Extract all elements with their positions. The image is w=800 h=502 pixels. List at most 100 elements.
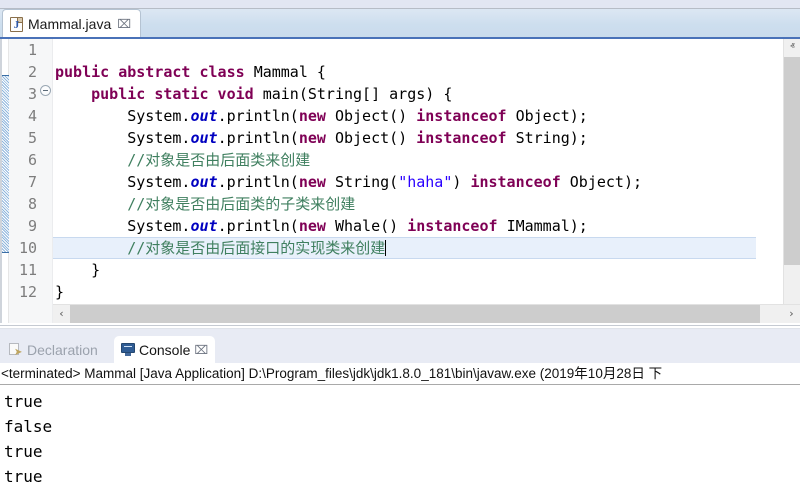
sash-band <box>0 329 800 336</box>
console-output-line: false <box>4 414 800 439</box>
code-token: } <box>55 283 64 301</box>
code-token: System. <box>55 173 190 191</box>
code-line[interactable]: public static void main(String[] args) { <box>53 83 756 105</box>
line-number: 6 <box>9 149 39 171</box>
collapse-fold-icon[interactable] <box>40 85 51 96</box>
line-number: 1 <box>9 39 39 61</box>
line-number: 4 <box>9 105 39 127</box>
bottom-view-tab-folder: ➤ Declaration Console ⌧ <box>0 336 800 363</box>
line-number: 11 <box>9 259 39 281</box>
text-caret <box>385 240 386 256</box>
code-line[interactable] <box>53 39 756 61</box>
code-line[interactable]: } <box>53 281 756 303</box>
line-number: 12 <box>9 281 39 303</box>
range-indicator <box>2 75 9 253</box>
code-line[interactable]: } <box>53 259 756 281</box>
code-token: new <box>299 217 335 235</box>
line-number: 3 <box>9 83 39 105</box>
line-number: 10 <box>9 237 39 259</box>
editor-area: 1 2 3 4 5 6 7 8 9 10 11 12 public abstract class Ma… <box>0 39 800 323</box>
tab-declaration-label: Declaration <box>27 342 98 358</box>
editor-console-sash[interactable] <box>0 323 800 336</box>
sash-line-top <box>0 325 800 326</box>
code-token: new <box>299 129 335 147</box>
console-status-line: <terminated> Mammal [Java Application] D… <box>0 363 800 385</box>
code-line[interactable]: System.out.println(new Object() instance… <box>53 127 756 149</box>
code-token: } <box>55 261 100 279</box>
line-number: 5 <box>9 127 39 149</box>
console-output-line: true <box>4 464 800 489</box>
annotation-ruler[interactable] <box>0 39 9 323</box>
console-monitor-icon <box>121 343 135 356</box>
console-view: <terminated> Mammal [Java Application] D… <box>0 363 800 502</box>
code-token: instanceof <box>407 217 506 235</box>
java-file-icon-glyph: J <box>11 19 22 31</box>
code-token: String); <box>516 129 588 147</box>
close-icon[interactable]: ⌧ <box>116 18 132 30</box>
scroll-down-icon[interactable]: ⱟ <box>784 287 800 304</box>
vertical-scroll-thumb[interactable] <box>784 57 800 265</box>
code-token: //对象是否由后面类来创建 <box>55 151 310 169</box>
code-token: out <box>190 173 217 191</box>
code-token: System. <box>55 107 190 125</box>
code-token: public static void <box>91 85 263 103</box>
scroll-right-icon[interactable]: › <box>783 305 800 323</box>
code-token: new <box>299 173 335 191</box>
line-number: 2 <box>9 61 39 83</box>
line-number: 7 <box>9 171 39 193</box>
horizontal-scroll-thumb[interactable] <box>70 305 760 323</box>
console-output[interactable]: true false true true <box>0 386 800 502</box>
code-line[interactable]: //对象是否由后面类的子类来创建 <box>53 193 756 215</box>
editor-tab-folder: J Mammal.java ⌧ <box>0 8 800 38</box>
scroll-left-icon[interactable]: ‹ <box>53 305 70 323</box>
editor-tab-label: Mammal.java <box>28 16 111 32</box>
console-output-line: true <box>4 439 800 464</box>
code-token: System. <box>55 217 190 235</box>
scroll-up-icon[interactable]: ⱏ <box>784 39 800 56</box>
code-token <box>55 85 91 103</box>
declaration-icon: ➤ <box>9 343 23 357</box>
editor-tab-mammal-java[interactable]: J Mammal.java ⌧ <box>2 9 141 38</box>
code-line[interactable]: System.out.println(new Object() instance… <box>53 105 756 127</box>
code-token: ) <box>452 173 470 191</box>
code-line[interactable]: System.out.println(new String("haha") in… <box>53 171 756 193</box>
code-token: out <box>190 129 217 147</box>
code-token: .println( <box>218 129 299 147</box>
code-line[interactable]: System.out.println(new Whale() instanceo… <box>53 215 756 237</box>
folding-ruler[interactable] <box>39 39 53 323</box>
tab-console[interactable]: Console ⌧ <box>114 336 215 363</box>
code-token: instanceof <box>470 173 569 191</box>
code-line[interactable]: //对象是否由后面接口的实现类来创建 <box>53 237 756 259</box>
code-text-area[interactable]: public abstract class Mammal { public st… <box>53 39 756 323</box>
code-token: main(String[] args) { <box>263 85 453 103</box>
code-token: Object() <box>335 107 416 125</box>
java-file-icon: J <box>10 17 23 32</box>
line-number: 9 <box>9 215 39 237</box>
tab-console-label: Console <box>139 342 190 358</box>
code-token: Object); <box>516 107 588 125</box>
code-token: .println( <box>218 217 299 235</box>
code-token: out <box>190 107 217 125</box>
code-token: .println( <box>218 173 299 191</box>
code-line[interactable]: //对象是否由后面类来创建 <box>53 149 756 171</box>
editor-vertical-scrollbar[interactable]: ⱏ ⱟ <box>783 39 800 304</box>
code-token: public abstract class <box>55 63 254 81</box>
tab-declaration[interactable]: ➤ Declaration <box>2 336 105 363</box>
editor-horizontal-scrollbar[interactable]: ‹ › <box>53 304 800 323</box>
line-number: 8 <box>9 193 39 215</box>
close-icon[interactable]: ⌧ <box>194 344 208 356</box>
code-token: IMammal); <box>507 217 588 235</box>
console-output-line: true <box>4 389 800 414</box>
window-top-strip <box>0 0 800 8</box>
eclipse-ide-window: J Mammal.java ⌧ 1 2 3 4 5 6 7 8 9 10 11 12 public a… <box>0 0 800 502</box>
code-token: new <box>299 107 335 125</box>
code-token: .println( <box>218 107 299 125</box>
code-token: Object() <box>335 129 416 147</box>
code-token: String( <box>335 173 398 191</box>
line-number-gutter: 1 2 3 4 5 6 7 8 9 10 11 12 <box>9 39 39 323</box>
code-token: //对象是否由后面类的子类来创建 <box>55 195 355 213</box>
code-token: instanceof <box>416 107 515 125</box>
code-token: System. <box>55 129 190 147</box>
code-line[interactable]: public abstract class Mammal { <box>53 61 756 83</box>
code-token: Whale() <box>335 217 407 235</box>
